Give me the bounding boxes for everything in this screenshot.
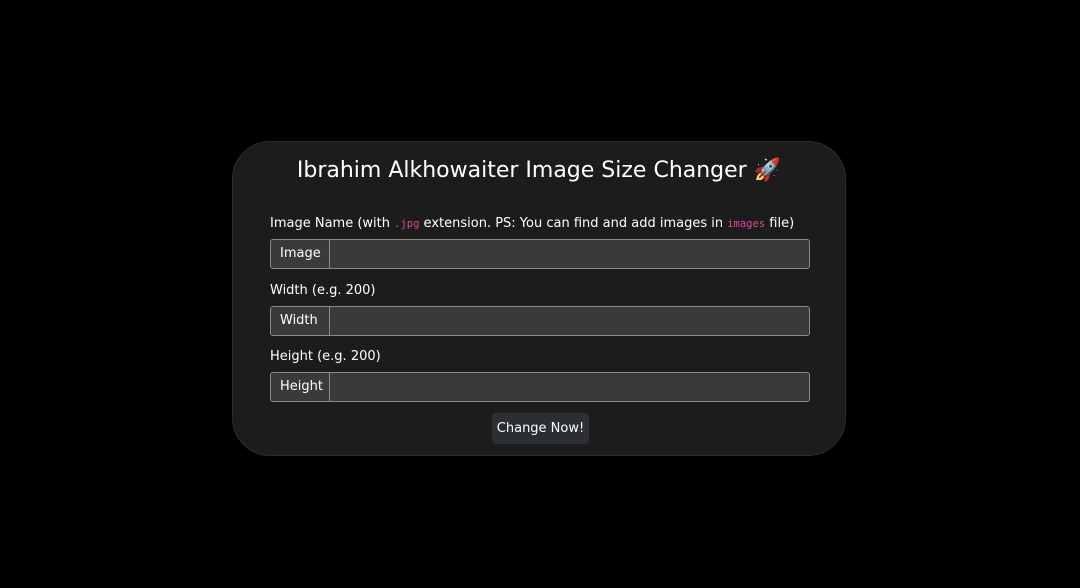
height-input[interactable] — [330, 373, 809, 401]
image-name-field: Image Name (with .jpg extension. PS: You… — [270, 215, 810, 269]
height-addon: Height — [271, 373, 330, 401]
width-addon: Width — [271, 307, 330, 335]
images-folder-code: images — [727, 218, 766, 230]
jpg-extension-code: .jpg — [394, 218, 420, 230]
image-name-label: Image Name (with .jpg extension. PS: You… — [270, 215, 810, 233]
width-label: Width (e.g. 200) — [270, 283, 376, 298]
image-name-input[interactable] — [330, 240, 809, 268]
page-title: Ibrahim Alkhowaiter Image Size Changer 🚀 — [296, 158, 782, 183]
image-addon: Image — [271, 240, 330, 268]
width-field: Width (e.g. 200) Width — [270, 282, 810, 336]
width-input-group: Width — [270, 306, 810, 336]
height-field: Height (e.g. 200) Height — [270, 348, 810, 402]
image-input-group: Image — [270, 239, 810, 269]
height-input-group: Height — [270, 372, 810, 402]
image-label-prefix: Image Name (with — [270, 216, 395, 231]
change-now-button[interactable]: Change Now! — [492, 413, 589, 444]
image-label-middle: extension. PS: You can find and add imag… — [419, 216, 728, 231]
image-label-suffix: file) — [765, 216, 795, 231]
image-resizer-card: Ibrahim Alkhowaiter Image Size Changer 🚀… — [232, 141, 846, 456]
width-input[interactable] — [330, 307, 809, 335]
height-label: Height (e.g. 200) — [270, 349, 381, 364]
